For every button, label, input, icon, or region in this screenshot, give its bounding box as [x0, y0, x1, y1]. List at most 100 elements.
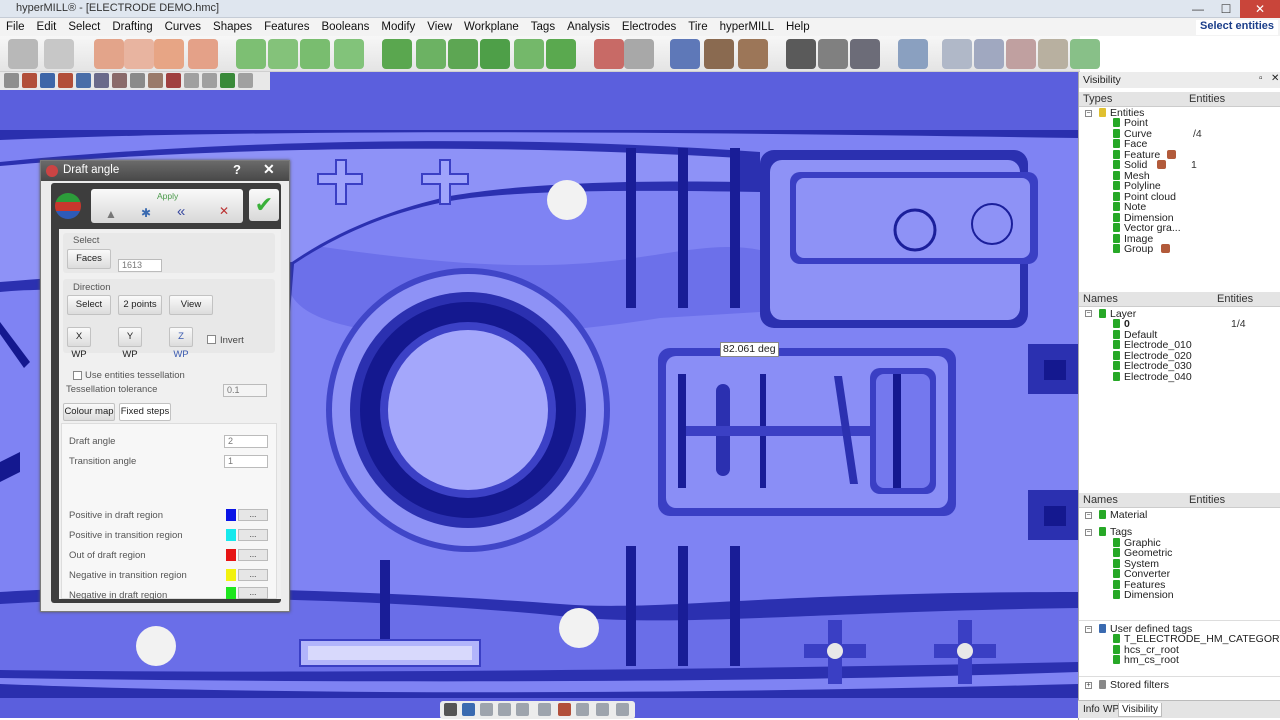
analysis-tool-4-icon[interactable]: [1038, 39, 1068, 69]
view-cube-icon[interactable]: [670, 39, 700, 69]
two-points-button[interactable]: 2 points: [118, 295, 162, 315]
tessellation-tolerance-field[interactable]: 0.1: [223, 384, 267, 397]
surface-tool-3-icon[interactable]: [300, 39, 330, 69]
maximize-button[interactable]: ☐: [1212, 0, 1240, 18]
pen-icon[interactable]: [596, 703, 609, 716]
print-icon[interactable]: [58, 73, 73, 88]
menu-analysis[interactable]: Analysis: [561, 18, 616, 36]
open-icon[interactable]: [22, 73, 37, 88]
menu-edit[interactable]: Edit: [31, 18, 63, 36]
surface-tool-icon[interactable]: [236, 39, 266, 69]
color-pick-button[interactable]: ...: [238, 549, 268, 561]
color-pick-button[interactable]: ...: [238, 509, 268, 521]
tree-item-group[interactable]: Group: [1113, 244, 1153, 255]
list-tool-icon[interactable]: [818, 39, 848, 69]
selection-tool-icon[interactable]: [8, 39, 38, 69]
surface-tool-2-icon[interactable]: [268, 39, 298, 69]
use-tessellation-checkbox[interactable]: [73, 371, 82, 380]
analysis-tool-icon[interactable]: [942, 39, 972, 69]
expand-toggle[interactable]: +: [1085, 682, 1092, 689]
move-tool-icon[interactable]: [594, 39, 624, 69]
menu-view[interactable]: View: [421, 18, 458, 36]
lasso-tool-icon[interactable]: [44, 39, 74, 69]
layer-icon[interactable]: [516, 703, 529, 716]
types-column-header[interactable]: Types: [1083, 93, 1112, 105]
tab-colour-map[interactable]: Colour map: [63, 403, 115, 421]
shell-tool-icon[interactable]: [514, 39, 544, 69]
menu-workplane[interactable]: Workplane: [458, 18, 525, 36]
transition-angle-field[interactable]: 1: [224, 455, 268, 468]
shade-icon[interactable]: [444, 703, 457, 716]
wire-icon[interactable]: [480, 703, 493, 716]
tab-visibility[interactable]: Visibility: [1118, 703, 1162, 717]
menu-file[interactable]: File: [0, 18, 31, 36]
analysis-ball-icon[interactable]: [55, 193, 81, 219]
select-entities-label[interactable]: Select entities: [1196, 20, 1278, 35]
copy-icon[interactable]: [130, 73, 145, 88]
analysis-tool-2-icon[interactable]: [974, 39, 1004, 69]
export-icon[interactable]: [220, 73, 235, 88]
reset-icon[interactable]: ✕: [219, 204, 229, 218]
menu-help[interactable]: Help: [780, 18, 816, 36]
entities-column-header[interactable]: Entities: [1189, 93, 1225, 105]
edit-icon[interactable]: [498, 703, 511, 716]
globe-icon[interactable]: [616, 703, 629, 716]
names-column-header[interactable]: Names: [1083, 494, 1118, 506]
zoom-tool-icon[interactable]: [1070, 39, 1100, 69]
electrode-tool-2-icon[interactable]: [738, 39, 768, 69]
close-button[interactable]: ✕: [1240, 0, 1280, 18]
circle-center-tool-icon[interactable]: [154, 39, 184, 69]
dialog-close-button[interactable]: ✕: [263, 161, 275, 178]
tree-item-stored-filters[interactable]: Stored filters: [1099, 680, 1169, 691]
new-icon[interactable]: [4, 73, 19, 88]
entities-column-header[interactable]: Entities: [1189, 494, 1225, 506]
menu-electrodes[interactable]: Electrodes: [616, 18, 682, 36]
tree-item-electrode-040[interactable]: Electrode_040: [1113, 372, 1192, 383]
menu-shapes[interactable]: Shapes: [207, 18, 258, 36]
direction-select-button[interactable]: Select: [67, 295, 111, 315]
marker-icon[interactable]: [558, 703, 571, 716]
circle-tool-icon[interactable]: [94, 39, 124, 69]
panel-close-icon[interactable]: ✕: [1271, 73, 1279, 84]
wedge-tool-icon[interactable]: [448, 39, 478, 69]
solid-tool-icon[interactable]: [480, 39, 510, 69]
view-icon[interactable]: [462, 703, 475, 716]
collapse-toggle[interactable]: −: [1085, 626, 1092, 633]
tree-item-material[interactable]: Material: [1099, 510, 1147, 521]
minimize-button[interactable]: —: [1184, 0, 1212, 18]
revolve-tool-icon[interactable]: [546, 39, 576, 69]
save-icon[interactable]: [40, 73, 55, 88]
extrude-tool-icon[interactable]: [382, 39, 412, 69]
measure-icon[interactable]: [576, 703, 589, 716]
menu-modify[interactable]: Modify: [375, 18, 421, 36]
help-button[interactable]: ?: [233, 162, 241, 177]
menu-hypermill[interactable]: hyperMILL: [714, 18, 780, 36]
back-icon[interactable]: «: [177, 203, 185, 220]
names-column-header[interactable]: Names: [1083, 293, 1118, 305]
help-icon[interactable]: [238, 73, 253, 88]
square-tool-icon[interactable]: [124, 39, 154, 69]
cut-icon[interactable]: [112, 73, 127, 88]
color-pick-button[interactable]: ...: [238, 529, 268, 541]
faces-button[interactable]: Faces: [67, 249, 111, 269]
box-tool-icon[interactable]: [416, 39, 446, 69]
y-wp-button[interactable]: Y WP: [118, 327, 142, 360]
collapse-toggle[interactable]: −: [1085, 310, 1092, 317]
delete-icon[interactable]: [202, 73, 217, 88]
color-pick-button[interactable]: ...: [238, 569, 268, 581]
ellipse-tool-icon[interactable]: [188, 39, 218, 69]
invert-checkbox[interactable]: [207, 335, 216, 344]
menu-tags[interactable]: Tags: [525, 18, 561, 36]
collapse-toggle[interactable]: −: [1085, 110, 1092, 117]
tab-fixed-steps[interactable]: Fixed steps: [119, 403, 171, 421]
undo-icon[interactable]: [166, 73, 181, 88]
zero-icon[interactable]: [538, 703, 551, 716]
collapse-toggle[interactable]: −: [1085, 512, 1092, 519]
tree-item-dimension-tag[interactable]: Dimension: [1113, 590, 1174, 601]
electrode-tool-icon[interactable]: [704, 39, 734, 69]
tree-item-hm-cs-root[interactable]: hm_cs_root: [1113, 655, 1179, 666]
faces-count-field[interactable]: 1613: [118, 259, 162, 272]
view-button[interactable]: View: [169, 295, 213, 315]
x-wp-button[interactable]: X WP: [67, 327, 91, 360]
surface-tool-4-icon[interactable]: [334, 39, 364, 69]
